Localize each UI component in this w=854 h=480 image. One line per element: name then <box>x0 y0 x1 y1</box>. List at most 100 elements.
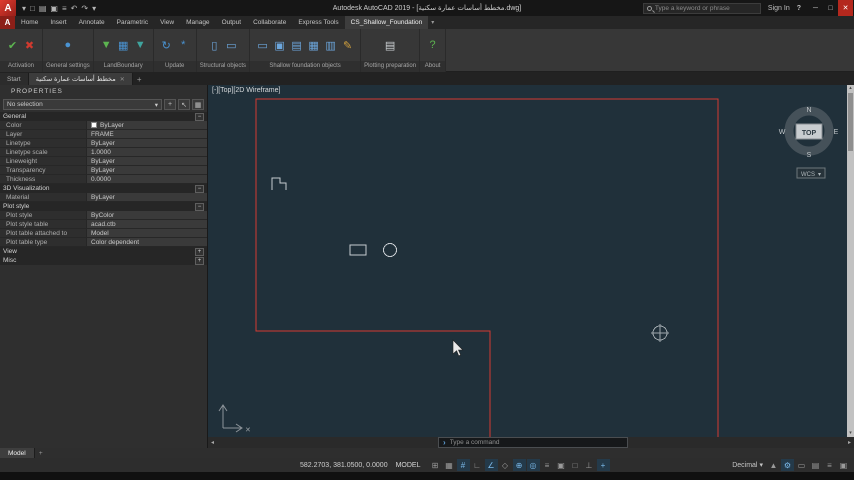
polar-tracking-icon[interactable]: ∠ <box>484 459 498 471</box>
activate-check-button[interactable]: ✔ <box>6 37 19 53</box>
ribbon-tab-manage[interactable]: Manage <box>180 16 216 29</box>
property-value[interactable]: ByLayer <box>86 121 207 129</box>
model-space-button[interactable]: MODEL <box>392 462 425 469</box>
ucs-selector[interactable]: WCS ▾ <box>796 167 826 179</box>
ribbon-tab-annotate[interactable]: Annotate <box>73 16 111 29</box>
grid-lines-button[interactable]: ▯ <box>208 37 221 53</box>
open-file-icon[interactable]: ▤ <box>39 4 47 13</box>
command-input[interactable] <box>449 439 627 446</box>
land-pick-button[interactable]: ▼ <box>134 37 147 53</box>
selection-dropdown[interactable]: No selection ▾ <box>3 99 162 110</box>
step-symbol[interactable] <box>271 177 287 190</box>
object-snap-tracking-icon[interactable]: ⊕ <box>512 459 526 471</box>
collapse-icon[interactable]: − <box>195 184 204 193</box>
collapse-icon[interactable]: − <box>195 112 204 121</box>
scroll-up-icon[interactable]: ▴ <box>849 85 852 92</box>
combined-footing-button[interactable]: ▣ <box>273 37 286 53</box>
customization-icon[interactable]: ≡ <box>823 459 836 471</box>
qat-more-icon[interactable]: ▾ <box>92 4 96 13</box>
signin-label[interactable]: Sign In <box>768 5 790 12</box>
scroll-right-icon[interactable]: ▸ <box>845 439 854 446</box>
land-filter-button[interactable]: ▼ <box>100 37 113 53</box>
search-box[interactable] <box>642 2 761 14</box>
layout-tab-model[interactable]: Model <box>0 448 35 458</box>
property-value[interactable]: Color dependent <box>86 238 207 246</box>
compass-west-label[interactable]: W <box>779 129 786 136</box>
isolated-footing-button[interactable]: ▭ <box>256 37 269 53</box>
infer-constraints-icon[interactable]: ⊞ <box>429 459 442 471</box>
units-dropdown[interactable]: Decimal ▾ <box>732 461 763 470</box>
ribbon-tab-output[interactable]: Output <box>216 16 248 29</box>
columns-button[interactable]: ▭ <box>225 37 238 53</box>
command-line[interactable]: › <box>438 437 628 448</box>
ribbon-tab-home[interactable]: Home <box>15 16 44 29</box>
file-tab-start[interactable]: Start <box>0 73 29 85</box>
ribbon-tab-view[interactable]: View <box>154 16 180 29</box>
compass-east-label[interactable]: E <box>834 129 839 136</box>
viewport-controls-label[interactable]: [-][Top][2D Wireframe] <box>212 87 280 94</box>
ribbon-tab-express-tools[interactable]: Express Tools <box>292 16 344 29</box>
properties-section-view[interactable]: View + <box>0 247 207 256</box>
property-value[interactable]: FRAME <box>86 130 207 138</box>
ribbon-tab-collaborate[interactable]: Collaborate <box>247 16 292 29</box>
vertical-scrollbar-thumb[interactable] <box>848 93 853 151</box>
app-dropdown-icon[interactable]: ▾ <box>22 4 26 13</box>
center-mark-circle[interactable] <box>651 324 669 342</box>
scroll-down-icon[interactable]: ▾ <box>849 430 852 437</box>
workspace-switching-icon[interactable]: ⚙ <box>781 459 794 471</box>
property-value[interactable]: ByLayer <box>86 139 207 147</box>
isometric-drafting-icon[interactable]: ◇ <box>499 459 512 471</box>
add-layout-button[interactable]: + <box>35 450 47 457</box>
property-value[interactable]: 1.0000 <box>86 148 207 156</box>
draw-annotation-button[interactable]: ✎ <box>341 37 354 53</box>
close-icon[interactable]: ✕ <box>120 76 125 83</box>
application-menu-button[interactable]: A <box>0 16 15 29</box>
general-settings-button[interactable]: ● <box>61 37 74 53</box>
vertical-scrollbar[interactable]: ▴ ▾ <box>847 85 854 437</box>
update-regen-button[interactable]: * <box>177 37 190 53</box>
redo-icon[interactable]: ↷ <box>81 4 88 13</box>
annotation-scale-icon[interactable]: ▲ <box>767 459 780 471</box>
raft-foundation-button[interactable]: ▦ <box>307 37 320 53</box>
maximize-button[interactable]: □ <box>823 0 838 16</box>
viewcube-compass[interactable]: N E S W TOP <box>779 106 839 159</box>
grid-display-icon[interactable]: # <box>456 459 470 471</box>
close-button[interactable]: ✕ <box>838 0 853 16</box>
lineweight-icon[interactable]: ≡ <box>541 459 554 471</box>
object-snap-icon[interactable]: ◎ <box>526 459 540 471</box>
property-value[interactable]: 0.0000 <box>86 175 207 183</box>
deactivate-button[interactable]: ✖ <box>23 37 36 53</box>
expand-icon[interactable]: + <box>195 256 204 265</box>
scroll-left-icon[interactable]: ◂ <box>208 439 217 446</box>
ribbon-tab-insert[interactable]: Insert <box>44 16 72 29</box>
column-circle[interactable] <box>383 243 397 257</box>
search-input[interactable] <box>654 4 755 12</box>
footing-rectangle[interactable] <box>349 244 367 256</box>
new-file-icon[interactable]: □ <box>30 4 35 13</box>
clean-screen-icon[interactable]: ▣ <box>837 459 850 471</box>
property-value[interactable]: ByLayer <box>86 157 207 165</box>
collapse-icon[interactable]: − <box>195 202 204 211</box>
properties-section-misc[interactable]: Misc + <box>0 256 207 265</box>
ribbon-tab-cs-shallow-foundation[interactable]: CS_Shallow_Foundation <box>344 16 429 29</box>
transparency-icon[interactable]: ▣ <box>555 459 568 471</box>
compass-south-label[interactable]: S <box>807 152 812 159</box>
horizontal-scroll-strip[interactable]: ◂ › ▸ <box>208 437 854 448</box>
plot-frames-button[interactable]: ▤ <box>384 37 397 53</box>
foundation-boundary-outline[interactable] <box>255 98 719 437</box>
ucs-icon[interactable] <box>218 404 243 433</box>
ribbon-overflow-icon[interactable]: ▾ <box>431 19 434 26</box>
quick-select-button[interactable]: ▦ <box>192 99 204 110</box>
ribbon-tab-parametric[interactable]: Parametric <box>111 16 154 29</box>
strip-footing-button[interactable]: ▥ <box>324 37 337 53</box>
plot-icon[interactable]: ≡ <box>62 4 67 13</box>
quick-properties-icon[interactable]: ▤ <box>809 459 822 471</box>
about-button[interactable]: ? <box>426 37 439 53</box>
update-refresh-button[interactable]: ↻ <box>160 37 173 53</box>
properties-section-plot-style[interactable]: Plot style − <box>0 202 207 211</box>
dynamic-input-icon[interactable]: + <box>596 459 610 471</box>
ortho-mode-icon[interactable]: ∟ <box>471 459 484 471</box>
select-objects-button[interactable]: ↖ <box>178 99 190 110</box>
property-value[interactable]: ByLayer <box>86 166 207 174</box>
file-tab-[interactable]: مخطط أساسات عمارة سكنية ✕ <box>28 73 133 85</box>
